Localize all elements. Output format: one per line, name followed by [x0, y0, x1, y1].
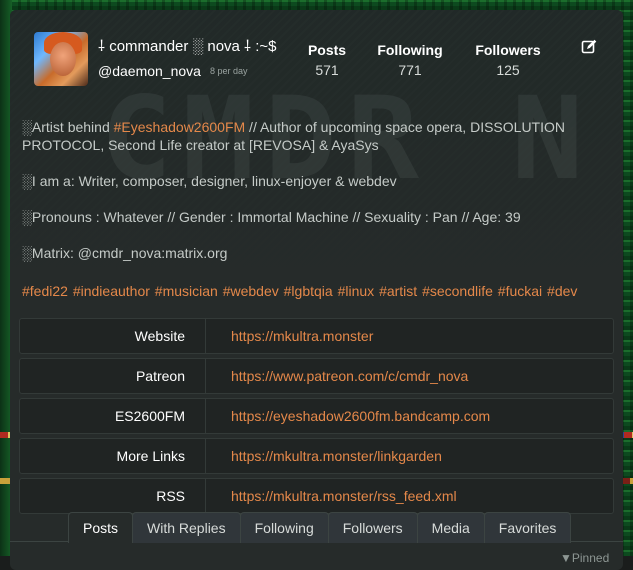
hashtag-list: #fedi22 #indieauthor #musician #webdev #…: [22, 283, 578, 299]
hashtag-link[interactable]: #linux: [338, 283, 375, 299]
hashtag-link[interactable]: #fedi22: [22, 283, 68, 299]
field-value-link[interactable]: https://mkultra.monster/linkgarden: [206, 448, 442, 464]
bio-line: ░Matrix: @cmdr_nova:matrix.org: [22, 245, 228, 261]
hashtag-link[interactable]: #Eyeshadow2600FM: [114, 119, 246, 135]
profile-field-more-links: More Links https://mkultra.monster/linkg…: [19, 438, 614, 474]
hashtag-link[interactable]: #secondlife: [422, 283, 493, 299]
field-name: ES2600FM: [20, 399, 206, 433]
stat-followers-count: 125: [496, 62, 520, 78]
bio-line: ░Pronouns : Whatever // Gender : Immorta…: [22, 209, 521, 225]
profile-field-patreon: Patreon https://www.patreon.com/c/cmdr_n…: [19, 358, 614, 394]
avatar[interactable]: [34, 32, 88, 86]
edit-icon[interactable]: [581, 39, 597, 55]
bio-line: ░I am a: Writer, composer, designer, lin…: [22, 173, 397, 189]
tab-with-replies[interactable]: With Replies: [132, 512, 241, 543]
pin-icon: ▼: [560, 551, 572, 565]
field-name: RSS: [20, 479, 206, 513]
tab-favorites[interactable]: Favorites: [483, 512, 572, 543]
field-value-link[interactable]: https://mkultra.monster: [206, 328, 373, 344]
profile-field-es2600fm: ES2600FM https://eyeshadow2600fm.bandcam…: [19, 398, 614, 434]
stat-posts-count: 571: [315, 62, 339, 78]
profile-field-rss: RSS https://mkultra.monster/rss_feed.xml: [19, 478, 614, 514]
field-name: Website: [20, 319, 206, 353]
stat-following-label: Following: [377, 42, 443, 58]
field-value-link[interactable]: https://eyeshadow2600fm.bandcamp.com: [206, 408, 490, 424]
tab-following[interactable]: Following: [239, 512, 329, 543]
stat-followers-label: Followers: [475, 42, 541, 58]
tab-posts[interactable]: Posts: [68, 512, 134, 543]
hashtag-link[interactable]: #artist: [379, 283, 417, 299]
profile-card: CMDR N ⸸ commander ░ nova ⸸ :~$ @daemon_…: [10, 10, 623, 570]
tab-media[interactable]: Media: [416, 512, 485, 543]
hashtag-link[interactable]: #indieauthor: [73, 283, 150, 299]
profile-fields: Website https://mkultra.monster Patreon …: [19, 318, 614, 518]
bio-text: ░Artist behind: [22, 119, 114, 135]
stat-posts-label: Posts: [307, 42, 347, 58]
field-name: More Links: [20, 439, 206, 473]
posts-per-day: 8 per day: [210, 66, 248, 76]
bio-line: ░Artist behind #Eyeshadow2600FM // Autho…: [22, 118, 602, 154]
pinned-label: Pinned: [571, 551, 610, 565]
hashtag-link[interactable]: #lgbtqia: [284, 283, 333, 299]
hashtag-link[interactable]: #musician: [155, 283, 218, 299]
profile-tabs: Posts With Replies Following Followers M…: [68, 512, 572, 543]
field-name: Patreon: [20, 359, 206, 393]
display-name: ⸸ commander ░ nova ⸸ :~$: [98, 38, 277, 55]
user-handle[interactable]: @daemon_nova: [98, 63, 201, 79]
hashtag-link[interactable]: #fuckai: [498, 283, 542, 299]
avatar-face: [50, 42, 76, 76]
tab-followers[interactable]: Followers: [327, 512, 418, 543]
field-value-link[interactable]: https://mkultra.monster/rss_feed.xml: [206, 488, 457, 504]
stat-following[interactable]: Following 771: [375, 42, 445, 78]
hashtag-link[interactable]: #webdev: [223, 283, 279, 299]
stat-followers[interactable]: Followers 125: [472, 42, 544, 78]
pinned-indicator: ▼Pinned: [560, 551, 609, 565]
profile-bio: ░Artist behind #Eyeshadow2600FM // Autho…: [22, 118, 602, 280]
stat-following-count: 771: [398, 62, 422, 78]
hashtag-link[interactable]: #dev: [547, 283, 577, 299]
profile-field-website: Website https://mkultra.monster: [19, 318, 614, 354]
field-value-link[interactable]: https://www.patreon.com/c/cmdr_nova: [206, 368, 468, 384]
stat-posts[interactable]: Posts 571: [302, 42, 352, 78]
